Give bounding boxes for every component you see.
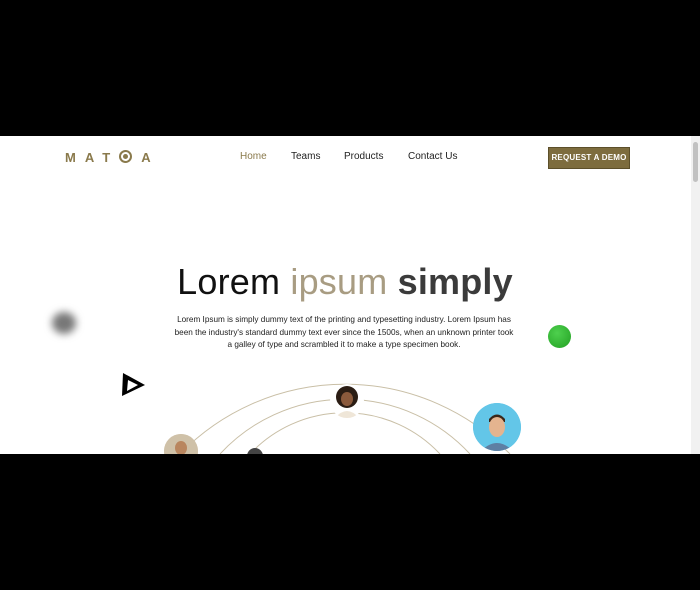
browser-viewport: MAT A Home Teams Products Contact Us REQU… bbox=[0, 136, 700, 454]
avatar-man bbox=[473, 403, 521, 451]
hero-title-word-3: simply bbox=[397, 261, 513, 302]
hero-description: Lorem Ipsum is simply dummy text of the … bbox=[174, 315, 514, 349]
hero-title-word-1: Lorem bbox=[177, 261, 281, 302]
play-triangle-icon bbox=[122, 373, 145, 396]
scrollbar-thumb[interactable] bbox=[693, 142, 698, 182]
scrollbar[interactable] bbox=[691, 136, 700, 454]
hero-title: Lorem ipsum simply bbox=[0, 261, 690, 303]
avatar-woman bbox=[330, 384, 364, 418]
orbit-arc-inner bbox=[249, 412, 441, 454]
hero-title-word-2: ipsum bbox=[290, 261, 388, 302]
